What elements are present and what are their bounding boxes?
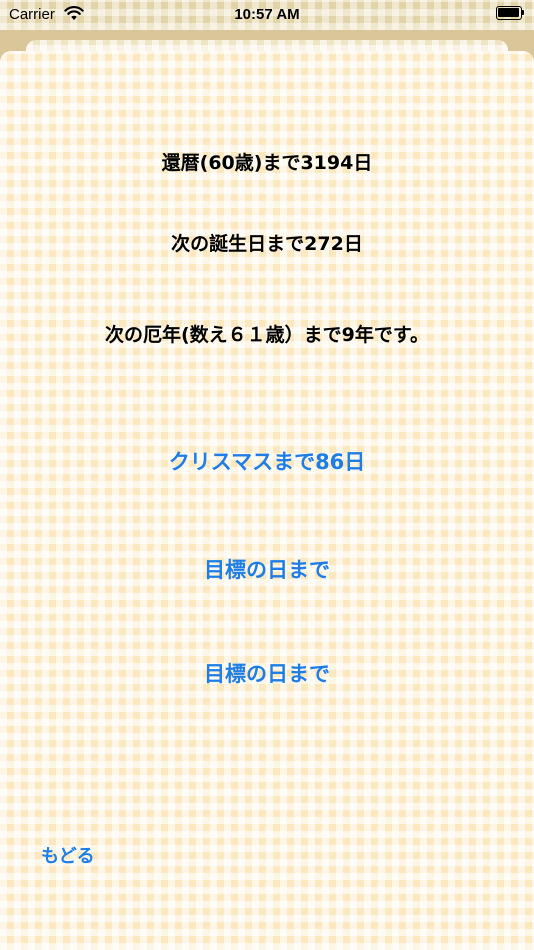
clock: 10:57 AM (234, 6, 300, 23)
target-date-button-1[interactable]: 目標の日まで (0, 554, 534, 584)
birthday-countdown: 次の誕生日まで272日 (171, 233, 363, 255)
battery-icon (496, 6, 526, 20)
modal-sheet: 還暦(60歳)まで3194日 次の誕生日まで272日 次の厄年(数え６１歳）まで… (0, 51, 534, 950)
yakudoshi-countdown: 次の厄年(数え６１歳）まで9年です。 (104, 324, 429, 346)
status-bar: Carrier 10:57 AM (0, 0, 534, 30)
back-button[interactable]: もどる (41, 842, 95, 868)
target-date-button-2[interactable]: 目標の日まで (0, 658, 534, 688)
christmas-button[interactable]: クリスマスまで86日 (0, 446, 534, 476)
kanreki-countdown: 還暦(60歳)まで3194日 (161, 152, 373, 174)
